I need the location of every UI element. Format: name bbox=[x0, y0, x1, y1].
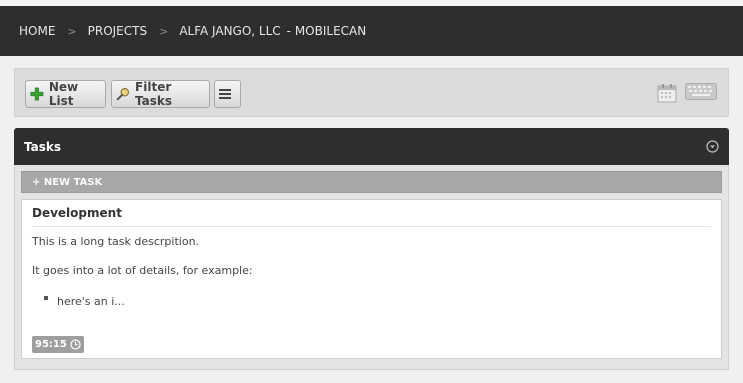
collapse-toggle-icon[interactable] bbox=[706, 140, 719, 153]
list-toolbar: New List Filter Tasks bbox=[14, 68, 729, 117]
task-card[interactable]: Development This is a long task descrpit… bbox=[21, 199, 722, 359]
keyboard-icon[interactable] bbox=[685, 83, 717, 100]
filter-tasks-button[interactable]: Filter Tasks bbox=[111, 80, 210, 108]
tasks-panel-header: Tasks bbox=[14, 128, 729, 165]
clock-icon bbox=[70, 339, 81, 350]
task-divider bbox=[32, 226, 711, 227]
breadcrumb-project: - MOBILECAN bbox=[286, 24, 367, 38]
time-tracked-badge[interactable]: 95:15 bbox=[32, 336, 84, 353]
task-title: Development bbox=[32, 206, 122, 220]
filter-tasks-label: Filter Tasks bbox=[135, 80, 173, 108]
hamburger-menu-icon bbox=[219, 89, 231, 99]
new-list-label: New List bbox=[48, 80, 79, 108]
breadcrumb-home[interactable]: HOME bbox=[19, 24, 55, 38]
breadcrumb-projects[interactable]: PROJECTS bbox=[88, 24, 147, 38]
plus-icon bbox=[30, 87, 44, 101]
bullet-icon bbox=[44, 296, 48, 300]
breadcrumb-separator-icon: > bbox=[67, 24, 77, 38]
task-description-paragraph: This is a long task descrpition. bbox=[32, 235, 200, 248]
new-task-button[interactable]: + NEW TASK bbox=[21, 171, 722, 193]
breadcrumb: HOME > PROJECTS > ALFA JANGO, LLC - MOBI… bbox=[0, 6, 743, 56]
task-description-list-item: here's an i... bbox=[57, 295, 125, 308]
task-description-paragraph: It goes into a lot of details, for examp… bbox=[32, 264, 253, 277]
new-list-button[interactable]: New List bbox=[25, 80, 106, 108]
calendar-icon[interactable] bbox=[657, 83, 677, 103]
magnifier-icon bbox=[116, 88, 129, 101]
menu-button[interactable] bbox=[214, 80, 241, 108]
new-task-label: + NEW TASK bbox=[32, 176, 103, 188]
time-tracked-value: 95:15 bbox=[35, 339, 67, 350]
breadcrumb-separator-icon: > bbox=[159, 24, 169, 38]
tasks-panel-title: Tasks bbox=[24, 139, 62, 154]
breadcrumb-client[interactable]: ALFA JANGO, LLC bbox=[179, 24, 280, 38]
